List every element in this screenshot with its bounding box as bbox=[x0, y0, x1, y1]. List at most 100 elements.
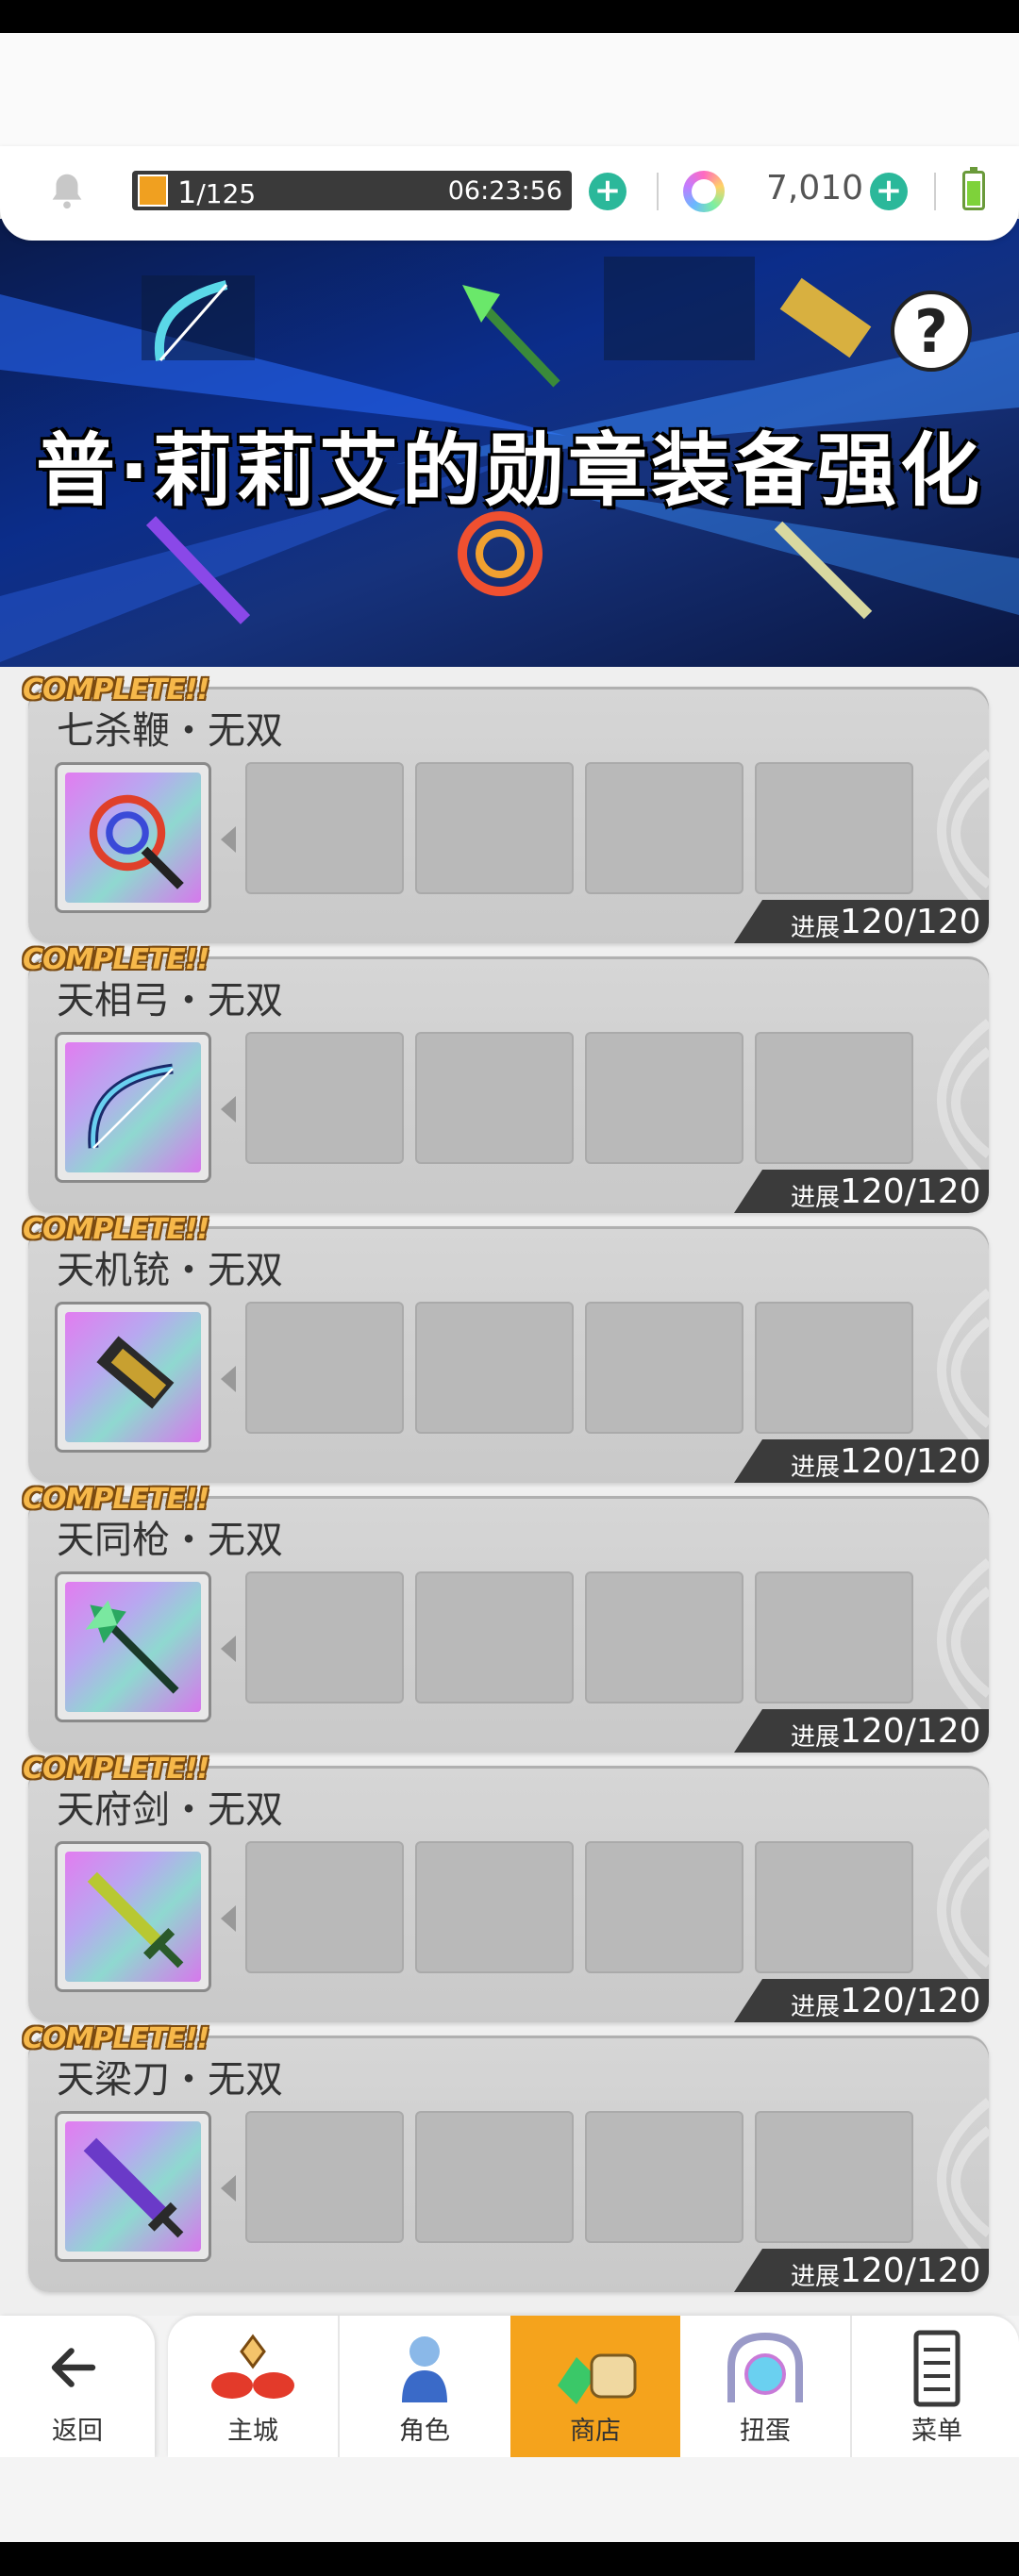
arrow-left-icon bbox=[221, 1096, 236, 1122]
banner-title: 普·莉莉艾的勋章装备强化 bbox=[36, 424, 983, 517]
bow-icon bbox=[88, 1063, 174, 1149]
shop-icon bbox=[558, 2353, 637, 2404]
stamina-bar: 1/125 06:23:56 bbox=[132, 171, 572, 210]
arrow-left-icon bbox=[221, 1636, 236, 1662]
progress-label: 进展 bbox=[791, 1454, 841, 1482]
material-slot[interactable] bbox=[245, 1841, 404, 1973]
gem-icon bbox=[683, 171, 725, 212]
complete-badge: COMPLETE!! bbox=[23, 1753, 209, 1786]
material-slot[interactable] bbox=[245, 1571, 404, 1703]
bottom-spacer bbox=[0, 2457, 1019, 2542]
arrow-left-icon bbox=[221, 826, 236, 853]
weapon-slot[interactable] bbox=[55, 1032, 211, 1183]
material-slot[interactable] bbox=[415, 2111, 574, 2243]
menu-icon bbox=[913, 2330, 961, 2407]
card-decoration bbox=[937, 1288, 989, 1456]
stamina-timer: 06:23:56 bbox=[447, 176, 562, 206]
character-icon bbox=[402, 2336, 447, 2402]
complete-badge: COMPLETE!! bbox=[23, 2022, 209, 2055]
nav-item-gacha[interactable]: 扭蛋 bbox=[680, 2316, 850, 2457]
nav-group: 主城 角色 商店 扭蛋 菜单 bbox=[168, 2316, 1019, 2457]
gun-icon bbox=[96, 1336, 175, 1409]
equipment-name: 天同枪・无双 bbox=[57, 1519, 283, 1562]
system-status-bar bbox=[0, 0, 1019, 33]
progress-label: 进展 bbox=[791, 914, 841, 942]
nav-label-shop: 商店 bbox=[570, 2417, 621, 2446]
stamina-max: /125 bbox=[196, 178, 257, 209]
weapon-slot[interactable] bbox=[55, 1841, 211, 1992]
material-slot[interactable] bbox=[415, 1302, 574, 1434]
progress-label: 进展 bbox=[791, 1993, 841, 2021]
nav-item-menu[interactable]: 菜单 bbox=[852, 2316, 1019, 2457]
event-banner: 普·莉莉艾的勋章装备强化 ? bbox=[0, 219, 1019, 667]
material-slot[interactable] bbox=[415, 1841, 574, 1973]
gacha-icon bbox=[727, 2332, 803, 2402]
battery-icon bbox=[962, 167, 985, 210]
material-slot[interactable] bbox=[415, 1032, 574, 1164]
whip-icon bbox=[89, 794, 184, 889]
material-slot[interactable] bbox=[585, 1571, 743, 1703]
equipment-card[interactable]: 天机铳・无双 进展 120/120 COMPLETE!! bbox=[23, 1213, 989, 1483]
gem-count: 7,010 bbox=[766, 169, 864, 208]
card-decoration bbox=[937, 2098, 989, 2266]
weapon-slot[interactable] bbox=[55, 2111, 211, 2262]
sword-icon bbox=[774, 521, 873, 620]
material-slot[interactable] bbox=[245, 1032, 404, 1164]
equipment-card[interactable]: 天梁刀・无双 进展 120/120 COMPLETE!! bbox=[23, 2022, 989, 2292]
material-slot[interactable] bbox=[415, 1571, 574, 1703]
nav-label-gacha: 扭蛋 bbox=[740, 2417, 791, 2446]
add-gem-button[interactable]: + bbox=[870, 173, 908, 210]
nav-item-shop[interactable]: 商店 bbox=[510, 2316, 680, 2457]
material-slot[interactable] bbox=[585, 1032, 743, 1164]
weapon-slot[interactable] bbox=[55, 1571, 211, 1722]
divider bbox=[657, 173, 659, 210]
progress-tag: 进展 120/120 bbox=[734, 1709, 989, 1753]
top-spacer bbox=[0, 33, 1019, 146]
stamina-value: 1/125 bbox=[177, 175, 256, 210]
material-slot[interactable] bbox=[415, 762, 574, 894]
material-slot[interactable] bbox=[245, 2111, 404, 2243]
progress-label: 进展 bbox=[791, 2263, 841, 2291]
back-label: 返回 bbox=[52, 2417, 103, 2446]
progress-value: 120/120 bbox=[840, 1712, 981, 1751]
complete-badge: COMPLETE!! bbox=[23, 673, 209, 706]
material-slot[interactable] bbox=[245, 762, 404, 894]
progress-value: 120/120 bbox=[840, 1172, 981, 1211]
material-slot[interactable] bbox=[585, 1841, 743, 1973]
weapon-slot[interactable] bbox=[55, 1302, 211, 1453]
system-nav-bar bbox=[0, 2542, 1019, 2576]
help-button[interactable]: ? bbox=[891, 291, 972, 372]
material-slot[interactable] bbox=[585, 2111, 743, 2243]
add-stamina-button[interactable]: + bbox=[589, 173, 626, 210]
weapon-slot[interactable] bbox=[55, 762, 211, 913]
nav-item-character[interactable]: 角色 bbox=[340, 2316, 510, 2457]
nav-label-city: 主城 bbox=[227, 2417, 278, 2446]
equipment-name: 天府剑・无双 bbox=[57, 1788, 283, 1832]
progress-label: 进展 bbox=[791, 1723, 841, 1752]
blade-icon bbox=[145, 516, 251, 624]
bow-icon bbox=[154, 280, 228, 361]
card-decoration bbox=[937, 1828, 989, 1996]
material-slot[interactable] bbox=[585, 1302, 743, 1434]
progress-value: 120/120 bbox=[840, 1442, 981, 1481]
nav-item-city[interactable]: 主城 bbox=[168, 2316, 338, 2457]
back-button[interactable]: 返回 bbox=[0, 2316, 155, 2457]
stamina-bolt-icon bbox=[138, 175, 168, 207]
back-arrow-icon bbox=[51, 2348, 96, 2387]
arrow-left-icon bbox=[221, 1366, 236, 1392]
equipment-card[interactable]: 七杀鞭・无双 进展 120/120 COMPLETE!! bbox=[23, 673, 989, 943]
equipment-card[interactable]: 天相弓・无双 进展 120/120 COMPLETE!! bbox=[23, 943, 989, 1213]
stamina-current: 1 bbox=[177, 175, 197, 210]
equipment-card[interactable]: 天同枪・无双 进展 120/120 COMPLETE!! bbox=[23, 1483, 989, 1753]
equipment-name: 七杀鞭・无双 bbox=[57, 709, 283, 753]
complete-badge: COMPLETE!! bbox=[23, 1213, 209, 1246]
resource-bar: 1/125 06:23:56 + 7,010 + bbox=[0, 146, 1019, 241]
complete-badge: COMPLETE!! bbox=[23, 1483, 209, 1516]
material-slot[interactable] bbox=[585, 762, 743, 894]
material-slot[interactable] bbox=[245, 1302, 404, 1434]
equipment-card[interactable]: 天府剑・无双 进展 120/120 COMPLETE!! bbox=[23, 1753, 989, 2022]
equipment-name: 天机铳・无双 bbox=[57, 1249, 283, 1292]
nav-label-character: 角色 bbox=[399, 2417, 450, 2446]
bell-icon[interactable] bbox=[45, 169, 89, 212]
divider bbox=[934, 173, 936, 210]
